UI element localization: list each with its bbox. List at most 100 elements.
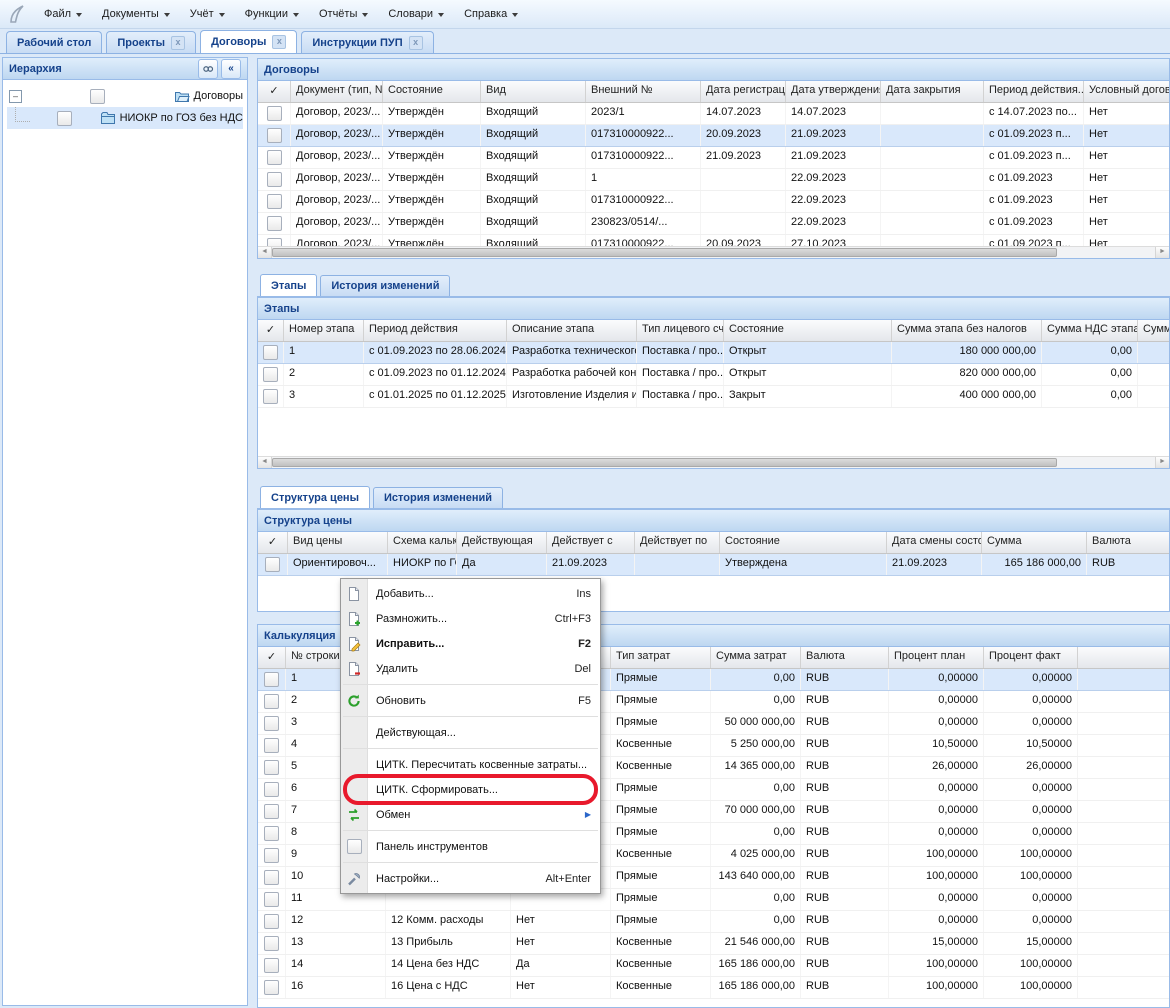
menu-item-размножить[interactable]: Размножить...Ctrl+F3 bbox=[341, 606, 600, 631]
select-all-column-header[interactable]: ✓ bbox=[258, 647, 286, 668]
menubar-item-словари[interactable]: Словари bbox=[378, 4, 454, 24]
tree-checkbox[interactable] bbox=[90, 89, 105, 104]
row-checkbox[interactable] bbox=[263, 389, 278, 404]
column-header[interactable]: Условный договор bbox=[1084, 81, 1169, 102]
column-header[interactable]: Действует по bbox=[635, 532, 720, 553]
menu-item-цитк-пересчитать-косвенные-затраты[interactable]: ЦИТК. Пересчитать косвенные затраты... bbox=[341, 752, 600, 777]
column-header[interactable]: Сумма bbox=[982, 532, 1087, 553]
column-header[interactable]: Период действия bbox=[364, 320, 507, 341]
tab-история-изменений[interactable]: История изменений bbox=[320, 275, 450, 296]
collapse-panel-icon[interactable]: « bbox=[221, 59, 241, 79]
row-checkbox[interactable] bbox=[264, 716, 279, 731]
menu-item-обновить[interactable]: ОбновитьF5 bbox=[341, 688, 600, 713]
row-checkbox[interactable] bbox=[267, 194, 282, 209]
row-checkbox[interactable] bbox=[264, 892, 279, 907]
column-header[interactable]: Валюта bbox=[801, 647, 889, 668]
select-all-column-header[interactable]: ✓ bbox=[258, 81, 291, 102]
column-header[interactable]: Документ (тип, № bbox=[291, 81, 383, 102]
table-row[interactable]: Договор, 2023/...УтверждёнВходящий2023/1… bbox=[258, 103, 1169, 125]
row-checkbox[interactable] bbox=[267, 150, 282, 165]
tree-item[interactable]: –Договоры bbox=[7, 85, 243, 107]
scroll-left-icon[interactable]: ◄ bbox=[258, 457, 272, 468]
table-row[interactable]: 1313 ПрибыльНетКосвенные21 546 000,00RUB… bbox=[258, 933, 1169, 955]
row-checkbox[interactable] bbox=[264, 738, 279, 753]
menu-item-удалить[interactable]: УдалитьDel bbox=[341, 656, 600, 681]
search-icon[interactable] bbox=[198, 59, 218, 79]
column-header[interactable]: Действующая bbox=[457, 532, 547, 553]
column-header[interactable]: Вид цены bbox=[288, 532, 388, 553]
tab-история-изменений[interactable]: История изменений bbox=[373, 487, 503, 508]
stages-hscrollbar[interactable]: ◄ ► bbox=[258, 456, 1169, 468]
select-all-column-header[interactable]: ✓ bbox=[258, 320, 284, 341]
tree-expand-icon[interactable]: – bbox=[9, 90, 22, 103]
table-row[interactable]: 1414 Цена без НДСДаКосвенные165 186 000,… bbox=[258, 955, 1169, 977]
row-checkbox[interactable] bbox=[264, 782, 279, 797]
menu-item-обмен[interactable]: Обмен▶ bbox=[341, 802, 600, 827]
menubar-item-файл[interactable]: Файл bbox=[34, 4, 92, 24]
tree-item[interactable]: НИОКР по ГОЗ без НДС bbox=[7, 107, 243, 129]
column-header[interactable]: Сумма bbox=[1138, 320, 1169, 341]
row-checkbox[interactable] bbox=[264, 936, 279, 951]
tab-структура-цены[interactable]: Структура цены bbox=[260, 486, 370, 508]
column-header[interactable]: Сумма НДС этапа bbox=[1042, 320, 1138, 341]
menu-item-цитк-сформировать[interactable]: ЦИТК. Сформировать... bbox=[341, 777, 600, 802]
scroll-right-icon[interactable]: ► bbox=[1155, 457, 1169, 468]
column-header[interactable]: Процент план bbox=[889, 647, 984, 668]
table-row[interactable]: 2с 01.09.2023 по 01.12.2024Разработка ра… bbox=[258, 364, 1169, 386]
table-row[interactable]: Ориентировоч...НИОКР по ГОЗ ...Да21.09.2… bbox=[258, 554, 1169, 576]
row-checkbox[interactable] bbox=[264, 672, 279, 687]
row-checkbox[interactable] bbox=[264, 958, 279, 973]
table-row[interactable]: 1с 01.09.2023 по 28.06.2024Разработка те… bbox=[258, 342, 1169, 364]
row-checkbox[interactable] bbox=[264, 760, 279, 775]
row-checkbox[interactable] bbox=[264, 804, 279, 819]
tab-договоры[interactable]: Договорыx bbox=[200, 30, 297, 53]
table-row[interactable]: Договор, 2023/...УтверждёнВходящий122.09… bbox=[258, 169, 1169, 191]
row-checkbox[interactable] bbox=[267, 172, 282, 187]
column-header[interactable]: Дата регистрации. bbox=[701, 81, 786, 102]
menu-item-действующая[interactable]: Действующая... bbox=[341, 720, 600, 745]
row-checkbox[interactable] bbox=[264, 980, 279, 995]
menubar-item-справка[interactable]: Справка bbox=[454, 4, 528, 24]
row-checkbox[interactable] bbox=[264, 826, 279, 841]
column-header[interactable]: Внешний № bbox=[586, 81, 701, 102]
column-header[interactable] bbox=[1078, 647, 1169, 668]
table-row[interactable]: Договор, 2023/...УтверждёнВходящий017310… bbox=[258, 147, 1169, 169]
table-row[interactable]: 1616 Цена с НДСНетКосвенные165 186 000,0… bbox=[258, 977, 1169, 999]
column-header[interactable]: Дата утверждения bbox=[786, 81, 881, 102]
tab-рабочий-стол[interactable]: Рабочий стол bbox=[6, 31, 102, 53]
row-checkbox[interactable] bbox=[267, 106, 282, 121]
tab-проекты[interactable]: Проектыx bbox=[106, 31, 196, 53]
scrollbar-thumb[interactable] bbox=[272, 248, 1057, 257]
column-header[interactable]: Период действия.. bbox=[984, 81, 1084, 102]
select-all-column-header[interactable]: ✓ bbox=[258, 532, 288, 553]
column-header[interactable]: Валюта bbox=[1087, 532, 1169, 553]
tab-этапы[interactable]: Этапы bbox=[260, 274, 317, 296]
tab-инструкции-пуп[interactable]: Инструкции ПУПx bbox=[301, 31, 433, 53]
row-checkbox[interactable] bbox=[263, 345, 278, 360]
table-row[interactable]: 1212 Комм. расходыНетПрямые0,00RUB0,0000… bbox=[258, 911, 1169, 933]
scroll-right-icon[interactable]: ► bbox=[1155, 247, 1169, 258]
row-checkbox[interactable] bbox=[267, 216, 282, 231]
column-header[interactable]: Состояние bbox=[383, 81, 481, 102]
menu-item-добавить[interactable]: Добавить...Ins bbox=[341, 581, 600, 606]
row-checkbox[interactable] bbox=[264, 870, 279, 885]
scrollbar-thumb[interactable] bbox=[272, 458, 1057, 467]
table-row[interactable]: 3с 01.01.2025 по 01.12.2025Изготовление … bbox=[258, 386, 1169, 408]
row-checkbox[interactable] bbox=[264, 848, 279, 863]
table-row[interactable]: Договор, 2023/...УтверждёнВходящий017310… bbox=[258, 125, 1169, 147]
close-icon[interactable]: x bbox=[409, 36, 423, 50]
row-checkbox[interactable] bbox=[264, 914, 279, 929]
column-header[interactable]: Дата закрытия bbox=[881, 81, 984, 102]
row-checkbox[interactable] bbox=[265, 557, 280, 572]
menubar-item-отчёты[interactable]: Отчёты bbox=[309, 4, 378, 24]
menubar-item-функции[interactable]: Функции bbox=[235, 4, 309, 24]
column-header[interactable]: Описание этапа bbox=[507, 320, 637, 341]
close-icon[interactable]: x bbox=[272, 35, 286, 49]
menubar-item-документы[interactable]: Документы bbox=[92, 4, 180, 24]
row-checkbox[interactable] bbox=[264, 694, 279, 709]
column-header[interactable]: Вид bbox=[481, 81, 586, 102]
column-header[interactable]: Состояние bbox=[720, 532, 887, 553]
column-header[interactable]: Тип лицевого счёт bbox=[637, 320, 724, 341]
column-header[interactable]: Дата смены состоя bbox=[887, 532, 982, 553]
column-header[interactable]: Тип затрат bbox=[611, 647, 711, 668]
